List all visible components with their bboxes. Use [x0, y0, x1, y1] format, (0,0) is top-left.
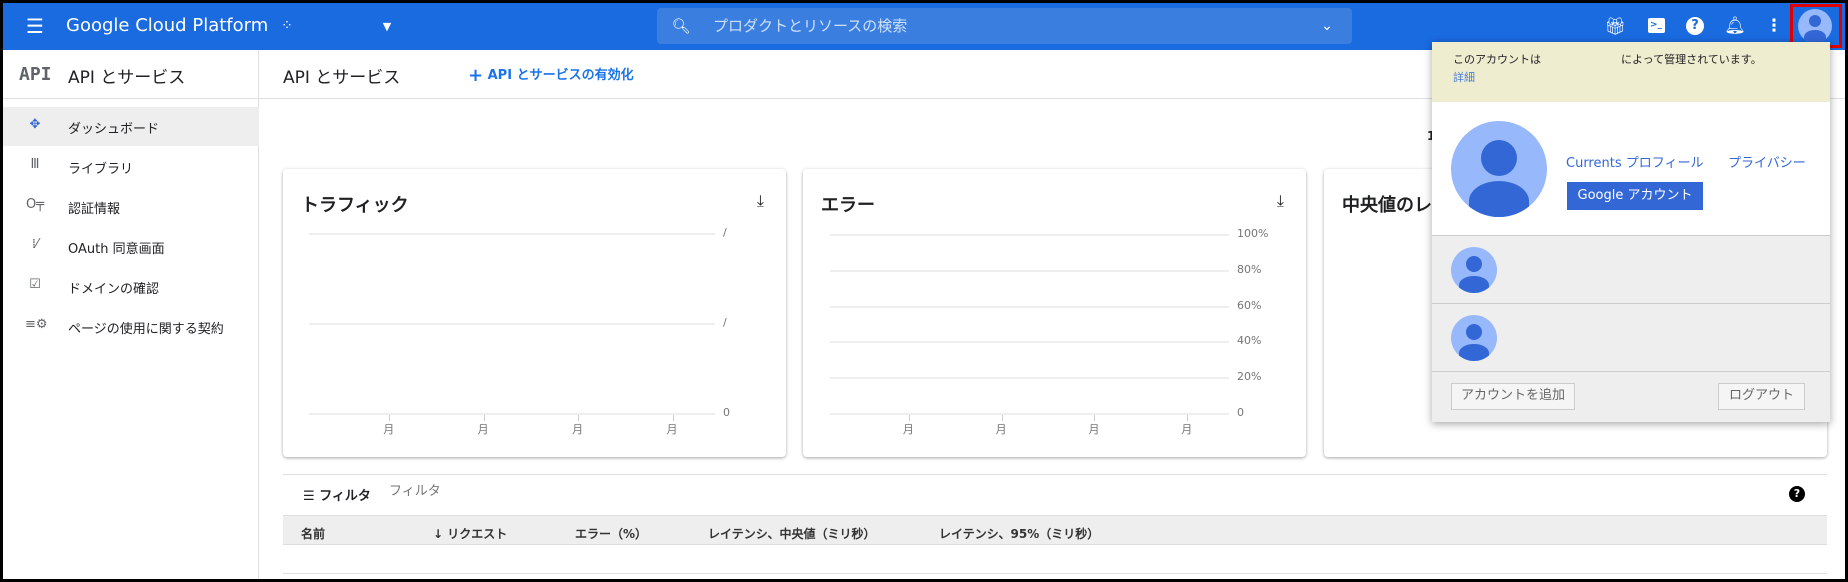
privacy-link[interactable]: プライバシー: [1728, 152, 1806, 171]
help-icon[interactable]: ?: [1789, 486, 1805, 502]
chart-title: トラフィック: [301, 195, 409, 216]
managed-suffix: によって管理されています。: [1621, 53, 1762, 66]
checkbox-icon: ☑: [29, 277, 41, 292]
column-errors[interactable]: エラー（%）: [575, 525, 647, 542]
search-input[interactable]: [713, 16, 1273, 36]
gridline: [830, 377, 1229, 380]
search-bar[interactable]: 🔍︎ ⌄: [657, 8, 1352, 44]
api-logo: API: [19, 64, 52, 85]
column-latency-median[interactable]: レイテンシ、中央値（ミリ秒）: [708, 525, 876, 542]
avatar[interactable]: [1798, 9, 1832, 43]
consent-icon: ⁞⁄: [31, 237, 39, 252]
x-tick-label: 月: [666, 423, 678, 436]
help-icon[interactable]: ?: [1686, 17, 1704, 35]
library-icon: Ⅲ: [30, 157, 40, 172]
divider: [283, 474, 1827, 475]
filter-input[interactable]: [389, 484, 689, 499]
app-title[interactable]: Google Cloud Platform: [66, 15, 268, 36]
sidebar-item-domain-verification[interactable]: ☑ ドメインの確認: [3, 267, 259, 306]
y-tick-label: /: [723, 316, 727, 329]
filter-icon: ☰: [303, 489, 315, 504]
y-tick-label: 20%: [1237, 370, 1262, 384]
more-icon[interactable]: ⋮: [1762, 16, 1786, 36]
enable-apis-button[interactable]: + API とサービスの有効化: [468, 64, 634, 86]
gift-icon[interactable]: 🎁︎: [1603, 17, 1627, 37]
column-latency-95[interactable]: レイテンシ、95%（ミリ秒）: [939, 525, 1099, 542]
settings-list-icon: ≡⚙: [25, 317, 48, 332]
column-requests[interactable]: ↓ リクエスト: [433, 525, 507, 542]
gridline: [309, 413, 715, 415]
sidebar-title: API とサービス: [68, 68, 186, 88]
current-account: Currents プロフィール プライバシー Google アカウント: [1432, 102, 1830, 236]
y-tick-label: 40%: [1237, 334, 1262, 348]
sidebar-item-dashboard[interactable]: ✥ ダッシュボード: [3, 107, 259, 146]
managed-prefix: このアカウントは: [1453, 53, 1541, 66]
filter-button[interactable]: ☰ フィルタ: [303, 485, 371, 504]
google-account-button[interactable]: Google アカウント: [1567, 182, 1703, 210]
sidebar-item-library[interactable]: Ⅲ ライブラリ: [3, 147, 259, 186]
x-tick-label: 月: [1088, 423, 1100, 436]
chart-title: 中央値のレ: [1342, 195, 1432, 216]
column-name[interactable]: 名前: [301, 525, 325, 542]
gridline: [830, 341, 1229, 344]
project-dropdown-icon[interactable]: ▼: [375, 17, 399, 37]
sidebar-item-page-usage-agreements[interactable]: ≡⚙ ページの使用に関する契約: [3, 307, 259, 346]
chart-title: エラー: [821, 195, 875, 216]
y-tick-label: /: [723, 226, 727, 239]
error-chart-card: エラー ⤓ 100% 80% 60% 40% 20% 0 月 月 月 月: [803, 169, 1306, 457]
dashboard-icon: ✥: [29, 117, 41, 132]
x-tick-label: 月: [902, 423, 914, 436]
download-icon[interactable]: ⤓: [757, 191, 764, 211]
y-tick-label: 0: [1237, 406, 1244, 419]
x-tick-label: 月: [1181, 423, 1193, 436]
y-tick-label: 60%: [1237, 298, 1262, 312]
gridline: [830, 305, 1229, 308]
download-icon[interactable]: ⤓: [1277, 191, 1284, 211]
bell-icon[interactable]: 🔔︎: [1723, 16, 1747, 36]
logout-button[interactable]: ログアウト: [1718, 383, 1805, 410]
account-avatar-large[interactable]: [1451, 121, 1547, 217]
account-menu: このアカウントは によって管理されています。 詳細 Currents プロフィー…: [1432, 42, 1830, 422]
account-avatar: [1451, 247, 1497, 293]
y-tick-label: 80%: [1237, 262, 1262, 276]
gridline: [309, 323, 715, 325]
sidebar: API API とサービス ✥ ダッシュボード Ⅲ ライブラリ O╤ 認証情報 ⁞⁄ O…: [3, 50, 259, 579]
x-tick-label: 月: [383, 423, 395, 436]
gridline: [309, 233, 715, 235]
add-account-button[interactable]: アカウントを追加: [1451, 383, 1575, 410]
managed-banner: このアカウントは によって管理されています。 詳細: [1432, 42, 1830, 102]
x-tick-label: 月: [995, 423, 1007, 436]
sidebar-item-credentials[interactable]: O╤ 認証情報: [3, 187, 259, 226]
expand-icon[interactable]: ⌄: [1315, 16, 1339, 36]
terminal-icon[interactable]: >_: [1648, 18, 1665, 33]
account-row[interactable]: [1432, 236, 1830, 304]
currents-profile-link[interactable]: Currents プロフィール: [1566, 152, 1703, 171]
page-title: API とサービス: [283, 68, 401, 88]
y-tick-label: 0: [723, 406, 730, 419]
search-icon: 🔍︎: [671, 17, 691, 35]
menu-icon[interactable]: ☰: [23, 16, 47, 36]
gridline: [830, 413, 1229, 415]
y-tick-label: 100%: [1237, 227, 1269, 240]
plus-icon: +: [468, 65, 484, 86]
account-avatar: [1451, 315, 1497, 361]
key-icon: O╤: [25, 197, 45, 212]
x-tick-label: 月: [572, 423, 584, 436]
account-row[interactable]: [1432, 304, 1830, 372]
table-row-divider: [283, 573, 1827, 574]
details-link[interactable]: 詳細: [1453, 69, 1475, 85]
x-tick-label: 月: [477, 423, 489, 436]
table-header: 名前 ↓ リクエスト エラー（%） レイテンシ、中央値（ミリ秒） レイテンシ、9…: [283, 515, 1827, 545]
gridline: [830, 234, 1229, 236]
traffic-chart-card: トラフィック ⤓ / / 0 月 月 月 月: [283, 169, 786, 457]
project-icon[interactable]: ⁘: [275, 16, 299, 36]
sort-down-icon: ↓: [433, 527, 444, 541]
sidebar-item-oauth-consent[interactable]: ⁞⁄ OAuth 同意画面: [3, 227, 259, 266]
gridline: [830, 269, 1229, 272]
